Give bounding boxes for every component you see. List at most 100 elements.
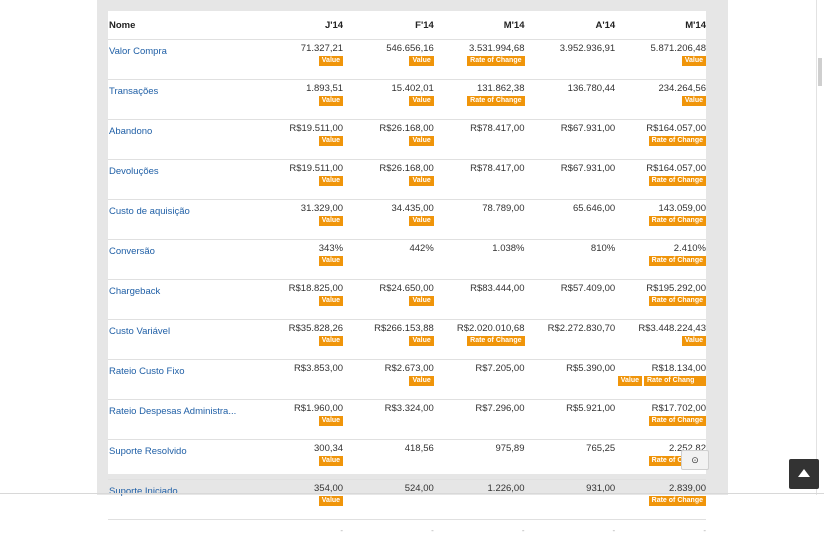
cell-value: R$19.511,00 [242,162,343,175]
value-badge[interactable]: Value [319,96,343,106]
value-cell: R$7.205,00 [434,360,525,400]
value-badge[interactable]: Value [682,56,706,66]
value-badge[interactable]: Value [319,496,343,506]
row-name-cell: Custo Variável [108,320,242,360]
empty-cell [108,520,242,542]
metric-link[interactable]: Custo de aquisição [109,206,190,217]
cell-value: R$35.828,26 [242,322,343,335]
cell-value: 34.435,00 [343,202,434,215]
rate-of-change-badge[interactable]: Rate of Change [467,336,524,346]
value-cell: 1.038% [434,240,525,280]
metric-link[interactable]: Custo Variável [109,326,170,337]
rate-of-change-badge[interactable]: Rate of Change [649,216,706,226]
cell-value: 3.952.936,91 [525,42,616,55]
placeholder-dash: - [340,526,343,535]
metric-link[interactable]: Chargeback [109,286,160,297]
cell-value: R$5.921,00 [525,402,616,415]
metric-link[interactable]: Suporte Iniciado [109,486,178,497]
cell-value: R$266.153,88 [343,322,434,335]
rate-of-change-badge[interactable]: Rate of Change [467,56,524,66]
cell-value: 136.780,44 [525,82,616,95]
rate-of-change-badge[interactable]: Rate of Change [467,96,524,106]
value-badge[interactable]: Value [409,136,433,146]
column-header-month[interactable]: M'14 [615,11,706,40]
value-badge[interactable]: Value [319,336,343,346]
metric-link[interactable]: Rateio Custo Fixo [109,366,185,377]
cell-value: 65.646,00 [525,202,616,215]
rate-of-change-badge[interactable]: Rate of Change [649,496,706,506]
cell-value: R$78.417,00 [434,162,525,175]
cell-value: R$3.448.224,43 [615,322,706,335]
rate-of-change-badge[interactable]: Rate of Chang [644,376,706,386]
metric-link[interactable]: Abandono [109,126,152,137]
value-badge[interactable]: Value [319,296,343,306]
value-cell: 524,00 [343,480,434,520]
value-cell: R$3.448.224,43Value [615,320,706,360]
metric-link[interactable]: Rateio Despesas Administra... [109,406,236,417]
cell-value: R$67.931,00 [525,122,616,135]
column-header-name[interactable]: Nome [108,11,242,40]
value-badge[interactable]: Value [618,376,642,386]
rate-of-change-badge[interactable]: Rate of Change [649,256,706,266]
row-name-cell: Rateio Custo Fixo [108,360,242,400]
value-badge[interactable]: Value [682,336,706,346]
value-badge[interactable]: Value [682,96,706,106]
value-cell: R$19.511,00Value [242,160,343,200]
metric-link[interactable]: Valor Compra [109,46,167,57]
cell-value: 131.862,38 [434,82,525,95]
value-badge[interactable]: Value [409,336,433,346]
value-badge[interactable]: Value [409,376,433,386]
column-header-month[interactable]: M'14 [434,11,525,40]
table-header-row: Nome J'14 F'14 M'14 A'14 M'14 [108,11,706,40]
value-cell: R$2.020.010,68Rate of Change [434,320,525,360]
cell-value: R$83.444,00 [434,282,525,295]
value-cell: R$164.057,00Rate of Change [615,120,706,160]
cell-value: 31.329,00 [242,202,343,215]
scrollbar-thumb[interactable] [818,58,822,86]
cell-value: 71.327,21 [242,42,343,55]
metric-link[interactable]: Conversão [109,246,155,257]
cell-value: R$164.057,00 [615,122,706,135]
cell-value: R$17.702,00 [615,402,706,415]
value-cell: R$1.960,00Value [242,400,343,440]
value-cell: 5.871.206,48Value [615,40,706,80]
metric-link[interactable]: Devoluções [109,166,159,177]
row-name-cell: Suporte Iniciado [108,480,242,520]
value-cell: 3.952.936,91 [525,40,616,80]
value-badge[interactable]: Value [319,176,343,186]
cell-value: 5.871.206,48 [615,42,706,55]
rate-of-change-badge[interactable]: Rate of Change [649,176,706,186]
value-cell: 65.646,00 [525,200,616,240]
value-badge[interactable]: Value [319,416,343,426]
value-badge[interactable]: Value [409,176,433,186]
value-badge[interactable]: Value [319,136,343,146]
value-badge[interactable]: Value [409,96,433,106]
metric-link[interactable]: Transações [109,86,158,97]
collapse-button[interactable]: ⊙ [681,450,709,470]
metrics-table: Nome J'14 F'14 M'14 A'14 M'14 Valor Comp… [108,11,706,542]
value-badge[interactable]: Value [319,216,343,226]
value-badge[interactable]: Value [409,216,433,226]
value-badge[interactable]: Value [319,456,343,466]
value-cell: R$67.931,00 [525,120,616,160]
rate-of-change-badge[interactable]: Rate of Change [649,136,706,146]
cell-value: 810% [525,242,616,255]
cell-value: 343% [242,242,343,255]
rate-of-change-badge[interactable]: Rate of Change [649,416,706,426]
value-cell: 810% [525,240,616,280]
column-header-month[interactable]: A'14 [525,11,616,40]
back-to-top-button[interactable] [789,459,819,489]
value-badge[interactable]: Value [409,296,433,306]
value-cell: 71.327,21Value [242,40,343,80]
value-badge[interactable]: Value [319,56,343,66]
value-cell: 418,56 [343,440,434,480]
value-cell: 234.264,56Value [615,80,706,120]
column-header-month[interactable]: F'14 [343,11,434,40]
column-header-month[interactable]: J'14 [242,11,343,40]
metric-link[interactable]: Suporte Resolvido [109,446,187,457]
rate-of-change-badge[interactable]: Rate of Change [649,296,706,306]
value-badge[interactable]: Value [319,256,343,266]
value-badge[interactable]: Value [409,56,433,66]
table-row: Custo de aquisição31.329,00Value34.435,0… [108,200,706,240]
value-cell: R$2.272.830,70 [525,320,616,360]
